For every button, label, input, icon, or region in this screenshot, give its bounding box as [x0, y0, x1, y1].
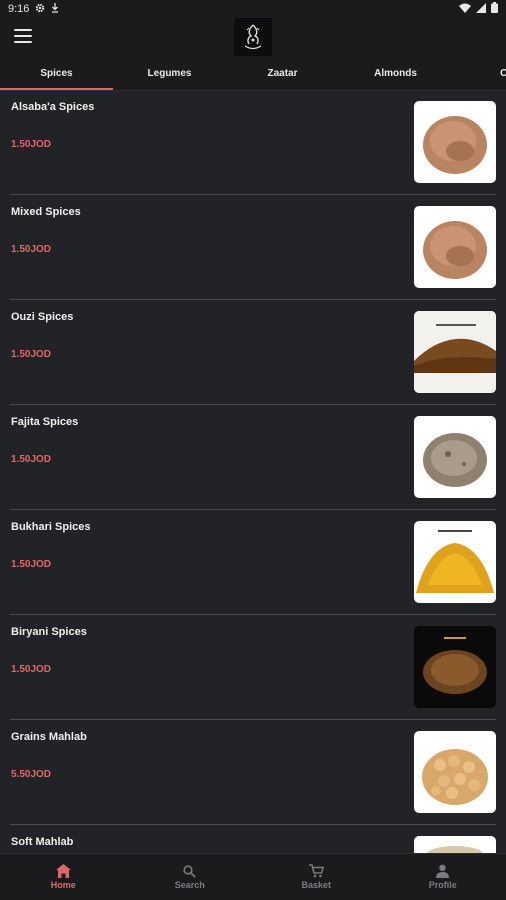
product-name: Alsaba'a Spices [11, 101, 95, 113]
tab-zaatar[interactable]: Zaatar [226, 58, 339, 90]
list-item[interactable]: Bukhari Spices 1.50JOD [10, 510, 496, 615]
tab-coffee[interactable]: Cof [452, 58, 506, 90]
list-item[interactable]: Mixed Spices 1.50JOD [10, 195, 496, 300]
battery-icon [491, 2, 498, 16]
product-image [414, 836, 496, 854]
product-price: 1.50JOD [11, 454, 52, 465]
search-icon [182, 864, 198, 878]
settings-icon [35, 3, 45, 16]
tab-legumes[interactable]: Legumes [113, 58, 226, 90]
list-item[interactable]: Fajita Spices 1.50JOD [10, 405, 496, 510]
download-icon [51, 2, 59, 16]
list-item[interactable]: Alsaba'a Spices 1.50JOD [10, 90, 496, 195]
product-name: Bukhari Spices [11, 521, 91, 533]
product-name: Grains Mahlab [11, 731, 87, 743]
cart-icon [308, 864, 324, 878]
status-bar: 9:16 [0, 0, 506, 18]
nav-label: Home [50, 880, 76, 890]
category-tabs: Spices Legumes Zaatar Almonds Cof [0, 58, 506, 91]
bottom-navigation: Home Search Basket Profile [0, 853, 506, 900]
status-time: 9:16 [8, 3, 30, 15]
product-price: 1.50JOD [11, 139, 52, 150]
nav-home[interactable]: Home [0, 854, 127, 900]
nav-profile[interactable]: Profile [380, 854, 506, 900]
signal-icon [476, 2, 486, 16]
home-icon [55, 864, 71, 878]
product-name: Mixed Spices [11, 206, 81, 218]
product-image [414, 521, 496, 603]
product-image [414, 311, 496, 393]
menu-button[interactable] [14, 29, 32, 43]
product-image [414, 416, 496, 498]
nav-basket[interactable]: Basket [253, 854, 380, 900]
product-name: Biryani Spices [11, 626, 87, 638]
nav-label: Profile [428, 880, 457, 890]
product-name: Soft Mahlab [11, 836, 74, 848]
product-image [414, 206, 496, 288]
product-price: 1.50JOD [11, 559, 52, 570]
wifi-icon [459, 3, 471, 16]
tab-spices[interactable]: Spices [0, 58, 113, 90]
person-icon [435, 864, 451, 878]
tab-almonds[interactable]: Almonds [339, 58, 452, 90]
product-list: Alsaba'a Spices 1.50JOD Mixed Spices 1.5… [0, 90, 506, 854]
product-price: 1.50JOD [11, 349, 52, 360]
product-image [414, 731, 496, 813]
product-name: Fajita Spices [11, 416, 79, 428]
list-item[interactable]: Ouzi Spices 1.50JOD [10, 300, 496, 405]
nav-label: Basket [301, 880, 332, 890]
menu-icon [14, 29, 32, 31]
nav-search[interactable]: Search [127, 854, 254, 900]
list-item[interactable]: Soft Mahlab [10, 825, 496, 854]
nav-label: Search [174, 880, 205, 890]
app-logo [234, 18, 272, 56]
product-image [414, 101, 496, 183]
app-bar [0, 18, 506, 58]
product-price: 5.50JOD [11, 769, 52, 780]
product-image [414, 626, 496, 708]
list-item[interactable]: Grains Mahlab 5.50JOD [10, 720, 496, 825]
product-name: Ouzi Spices [11, 311, 74, 323]
product-price: 1.50JOD [11, 664, 52, 675]
product-price: 1.50JOD [11, 244, 52, 255]
list-item[interactable]: Biryani Spices 1.50JOD [10, 615, 496, 720]
